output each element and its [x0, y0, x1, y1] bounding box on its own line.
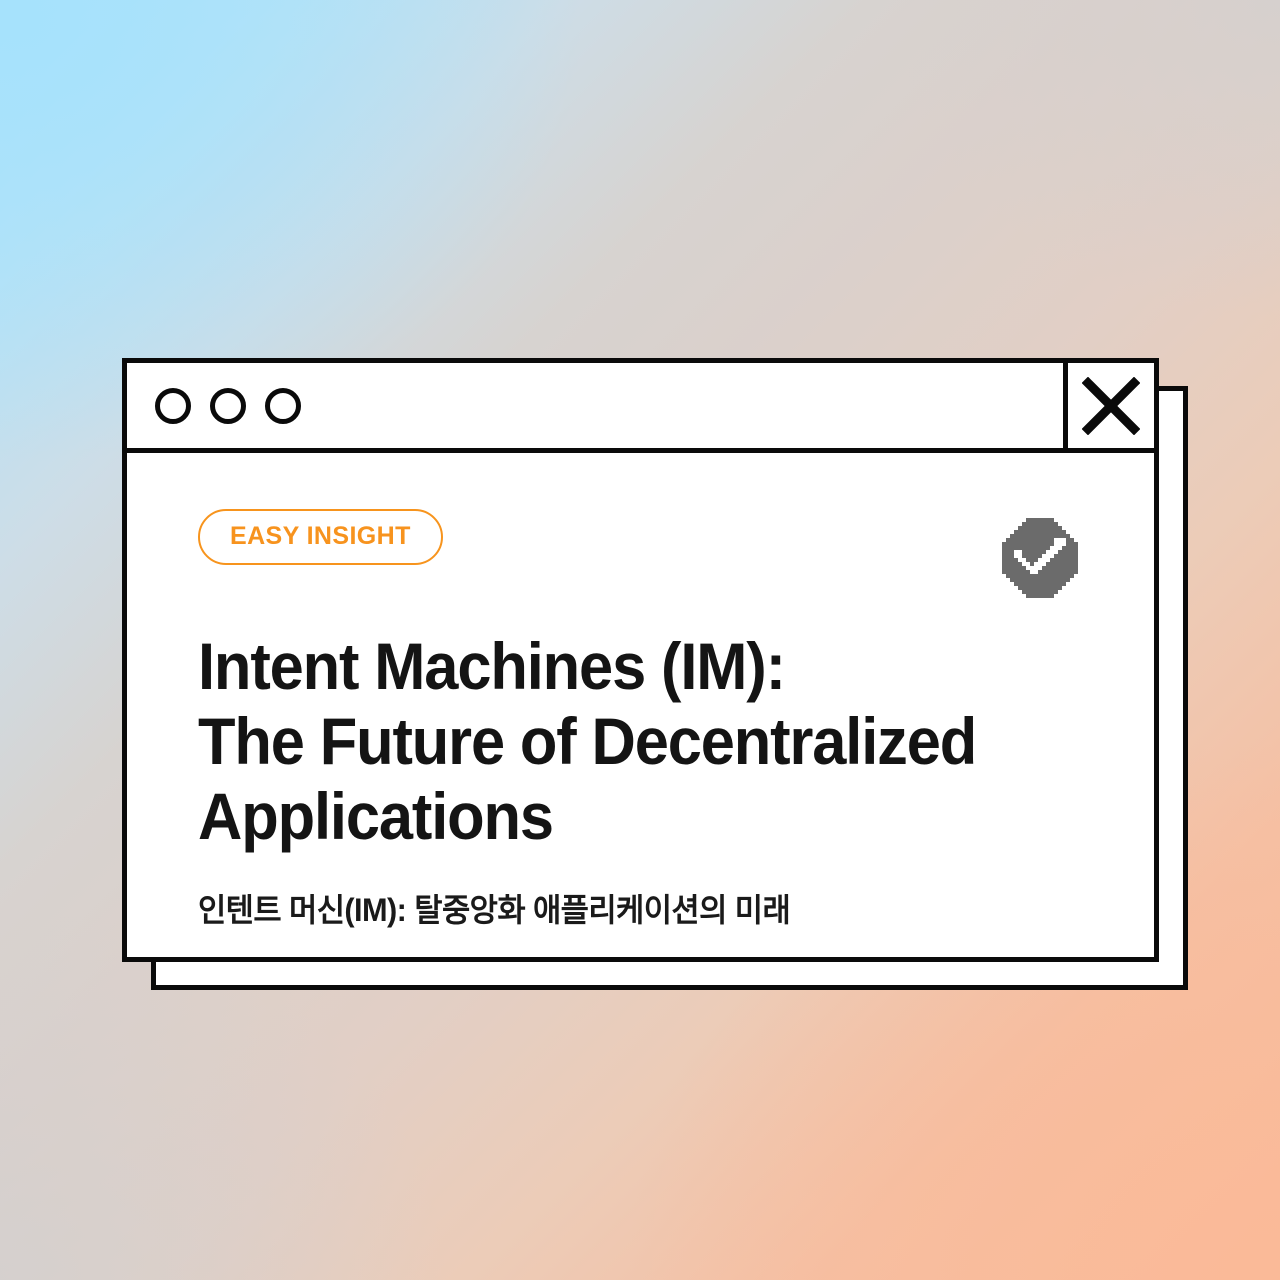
close-x-icon — [1082, 376, 1140, 435]
window-content: EASY INSIGHT Intent Machines (IM): The F… — [127, 453, 1154, 957]
page-subtitle: 인텐트 머신(IM): 탈중앙화 애플리케이션의 미래 — [198, 891, 791, 928]
window-dot-1[interactable] — [155, 387, 191, 424]
browser-window: EASY INSIGHT Intent Machines (IM): The F… — [122, 358, 1159, 962]
category-badge[interactable]: EASY INSIGHT — [198, 509, 443, 565]
window-dot-3[interactable] — [265, 387, 301, 424]
close-button[interactable] — [1063, 363, 1154, 448]
window-titlebar — [127, 363, 1154, 453]
window-dot-2[interactable] — [210, 387, 246, 424]
window-control-dots — [127, 363, 301, 448]
verified-check-badge-icon — [998, 514, 1082, 598]
content-top-row: EASY INSIGHT — [198, 509, 1096, 598]
page-title: Intent Machines (IM): The Future of Dece… — [198, 629, 977, 854]
